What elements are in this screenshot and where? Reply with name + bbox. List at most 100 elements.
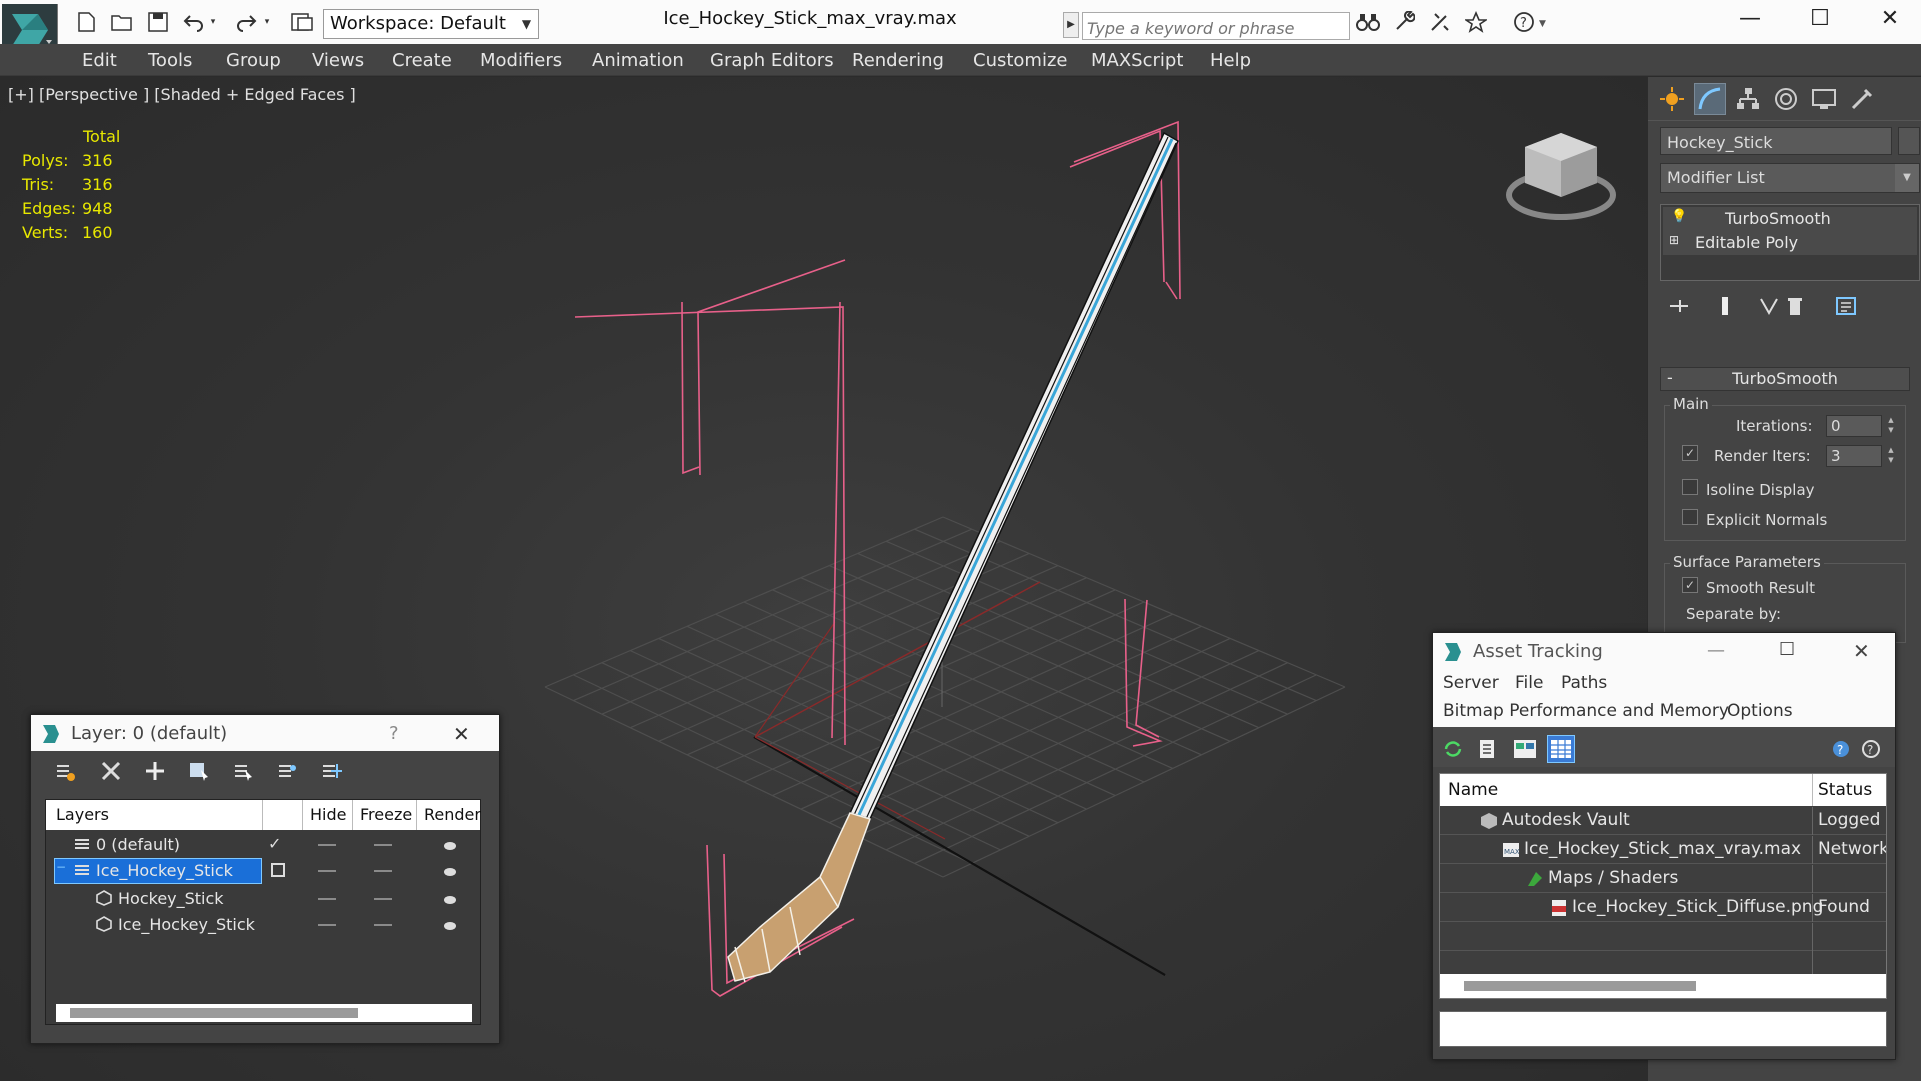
column-render[interactable]: Render	[424, 805, 481, 824]
teapot-icon[interactable]	[442, 916, 458, 932]
object-name-field[interactable]	[1660, 127, 1892, 155]
spinner-arrows-icon[interactable]: ▲ ▼	[1886, 445, 1896, 467]
make-unique-icon[interactable]	[1756, 293, 1782, 319]
help-icon[interactable]: ?	[1857, 735, 1885, 763]
column-name[interactable]: Name	[1448, 780, 1498, 800]
undo-dropdown-icon[interactable]: ▾	[206, 9, 220, 35]
asset-row[interactable]: Autodesk Vault Logged Out	[1440, 807, 1886, 835]
layer-row[interactable]: − Ice_Hockey_Stick	[46, 858, 480, 884]
tools-icon[interactable]	[1426, 9, 1454, 35]
menu-graph-editors[interactable]: Graph Editors	[710, 50, 834, 71]
current-layer-check-icon[interactable]: ✓	[268, 834, 281, 853]
wrench-icon[interactable]	[1390, 9, 1418, 35]
menu-options[interactable]: Options	[1727, 701, 1793, 721]
close-button[interactable]: ✕	[1853, 639, 1870, 663]
new-layer-icon[interactable]	[53, 759, 77, 783]
lightbulb-icon[interactable]: 💡	[1671, 209, 1687, 224]
menu-help[interactable]: Help	[1210, 50, 1251, 71]
teapot-icon[interactable]	[442, 890, 458, 906]
select-layer-icon[interactable]	[231, 759, 255, 783]
menu-paths[interactable]: Paths	[1561, 673, 1607, 693]
asset-window-titlebar[interactable]: Asset Tracking — ☐ ✕	[1433, 633, 1895, 669]
collapse-icon[interactable]: −	[56, 860, 66, 874]
spinner-arrows-icon[interactable]: ▲ ▼	[1886, 415, 1896, 437]
menu-tools[interactable]: Tools	[148, 50, 192, 71]
help-icon[interactable]: ? ▼	[1512, 9, 1552, 35]
layer-row[interactable]: 0 (default) ✓	[46, 832, 480, 858]
viewport-label[interactable]: [+] [Perspective ] [Shaded + Edged Faces…	[8, 85, 356, 104]
favorites-star-icon[interactable]	[1462, 9, 1490, 35]
menu-group[interactable]: Group	[226, 50, 281, 71]
add-to-layer-icon[interactable]	[143, 759, 167, 783]
configure-modifier-sets-icon[interactable]	[1834, 293, 1860, 319]
teapot-icon[interactable]	[442, 836, 458, 852]
binoculars-icon[interactable]	[1354, 9, 1382, 35]
freeze-layer-icon[interactable]	[319, 759, 343, 783]
stack-item-editable-poly[interactable]: ⊞ Editable Poly	[1663, 231, 1917, 255]
new-file-icon[interactable]	[72, 9, 100, 35]
motion-tab-icon[interactable]	[1770, 83, 1802, 115]
workspace-menu-icon[interactable]: ▼	[515, 9, 539, 39]
list-view-icon[interactable]	[1473, 735, 1501, 763]
render-iters-spinner[interactable]: 3	[1826, 445, 1882, 467]
help-button[interactable]: ?	[389, 723, 399, 744]
menu-rendering[interactable]: Rendering	[852, 50, 944, 71]
scrollbar-thumb[interactable]	[70, 1008, 358, 1018]
workspace-select[interactable]: Workspace: Default ▼	[323, 9, 538, 39]
horizontal-scrollbar[interactable]	[1440, 974, 1886, 998]
rollout-header[interactable]: - TurboSmooth	[1660, 367, 1910, 391]
close-button[interactable]: ✕	[453, 722, 470, 746]
asset-row[interactable]: MAX Ice_Hockey_Stick_max_vray.max Networ…	[1440, 836, 1886, 864]
highlight-layer-icon[interactable]	[275, 759, 299, 783]
menu-server[interactable]: Server	[1443, 673, 1499, 693]
column-hide[interactable]: Hide	[310, 805, 346, 824]
search-expand-icon[interactable]: ▶	[1063, 12, 1079, 38]
expand-plus-icon[interactable]: ⊞	[1669, 233, 1679, 247]
column-status[interactable]: Status	[1818, 780, 1872, 800]
column-layers[interactable]: Layers	[56, 805, 109, 824]
menu-file[interactable]: File	[1515, 673, 1543, 693]
asset-row[interactable]: Ice_Hockey_Stick_Diffuse.png Found	[1440, 894, 1886, 922]
layer-window-titlebar[interactable]: Layer: 0 (default) ? ✕	[31, 715, 499, 751]
render-iters-checkbox[interactable]: ✓	[1682, 445, 1698, 461]
show-end-result-icon[interactable]	[1712, 293, 1738, 319]
menu-create[interactable]: Create	[392, 50, 452, 71]
modifier-list-dropdown[interactable]: Modifier List ▼	[1660, 163, 1920, 193]
menu-views[interactable]: Views	[312, 50, 364, 71]
thumbnail-view-icon[interactable]	[1511, 735, 1539, 763]
redo-dropdown-icon[interactable]: ▾	[260, 9, 274, 35]
delete-layer-icon[interactable]	[99, 759, 123, 783]
iterations-spinner[interactable]: 0	[1826, 415, 1882, 437]
maximize-button[interactable]: ☐	[1779, 639, 1795, 660]
utilities-tab-icon[interactable]	[1846, 83, 1878, 115]
view-cube-icon[interactable]	[1505, 125, 1617, 225]
remove-modifier-icon[interactable]	[1782, 293, 1808, 319]
minimize-button[interactable]: —	[1730, 6, 1770, 36]
minimize-button[interactable]: —	[1707, 640, 1725, 661]
scrollbar-thumb[interactable]	[1464, 981, 1696, 991]
isoline-display-checkbox[interactable]	[1682, 479, 1698, 495]
layer-row[interactable]: Ice_Hockey_Stick	[46, 912, 480, 938]
hierarchy-tab-icon[interactable]	[1732, 83, 1764, 115]
asset-row[interactable]: Maps / Shaders	[1440, 865, 1886, 893]
select-objects-icon[interactable]	[187, 759, 211, 783]
object-color-swatch[interactable]	[1898, 127, 1920, 155]
menu-maxscript[interactable]: MAXScript	[1091, 50, 1183, 71]
menu-bitmap-performance[interactable]: Bitmap Performance and Memory	[1443, 701, 1729, 721]
menu-animation[interactable]: Animation	[592, 50, 684, 71]
search-input[interactable]	[1082, 12, 1350, 40]
undo-icon[interactable]	[180, 9, 208, 35]
column-freeze[interactable]: Freeze	[360, 805, 412, 824]
layer-row[interactable]: Hockey_Stick	[46, 886, 480, 912]
table-view-icon[interactable]	[1547, 735, 1575, 763]
project-folder-icon[interactable]	[288, 9, 316, 35]
menu-modifiers[interactable]: Modifiers	[480, 50, 562, 71]
explicit-normals-checkbox[interactable]	[1682, 509, 1698, 525]
display-tab-icon[interactable]	[1808, 83, 1840, 115]
layer-box-icon[interactable]	[270, 862, 286, 878]
teapot-icon[interactable]	[442, 862, 458, 878]
create-tab-icon[interactable]	[1656, 83, 1688, 115]
stack-item-turbosmooth[interactable]: 💡 TurboSmooth	[1663, 207, 1917, 231]
pin-stack-icon[interactable]	[1666, 293, 1692, 319]
menu-edit[interactable]: Edit	[82, 50, 117, 71]
